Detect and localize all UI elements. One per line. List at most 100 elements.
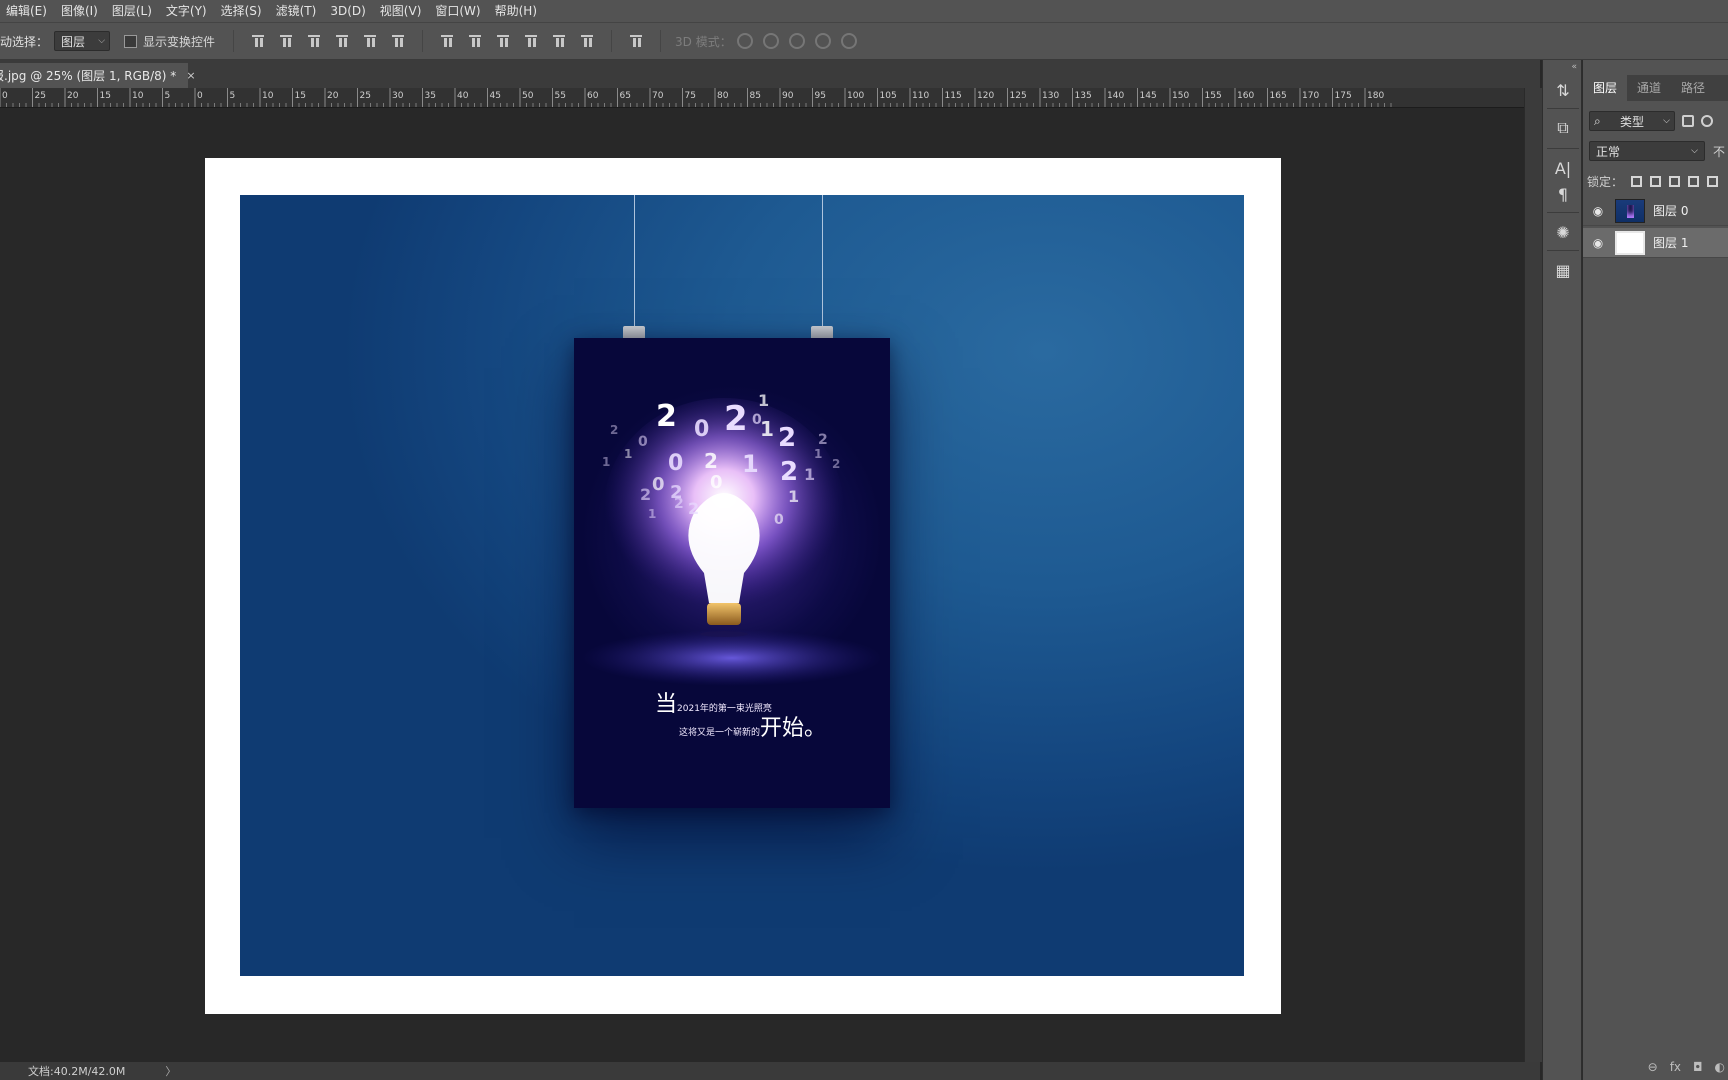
history-icon[interactable]: ⇅: [1551, 78, 1575, 102]
document-size-info: 文档:40.2M/42.0M: [28, 1065, 126, 1078]
poster-number: 2: [724, 399, 748, 439]
menu-view[interactable]: 视图(V): [373, 0, 429, 22]
poster-number: 2: [610, 423, 618, 437]
lock-artboard-icon[interactable]: [1688, 175, 1700, 187]
poster-number: 1: [742, 450, 759, 478]
layer-name[interactable]: 图层 0: [1653, 202, 1688, 219]
align-top-icon[interactable]: [250, 33, 266, 49]
chevron-down-icon: ⌵: [98, 36, 106, 46]
poster-number: 1: [804, 465, 815, 484]
layer-0-image: 20212021202201210212011201201 当2021年的第一束…: [240, 195, 1244, 976]
fx-icon[interactable]: fx: [1670, 1060, 1681, 1074]
chevron-right-icon[interactable]: 〉: [165, 1063, 176, 1079]
ruler-tick-label: 75: [685, 91, 696, 101]
layer-thumbnail: [1615, 230, 1645, 255]
show-transform-toggle[interactable]: 显示变换控件: [124, 33, 215, 50]
align-right-icon[interactable]: [390, 33, 406, 49]
menu-image[interactable]: 图像(I): [54, 0, 105, 22]
slide-3d-icon[interactable]: [814, 33, 831, 49]
adjustment-layer-icon[interactable]: ◐: [1715, 1060, 1725, 1074]
layer-row[interactable]: ◉ 图层 0: [1583, 196, 1728, 226]
ruler-tick-label: 145: [1140, 91, 1157, 101]
menu-select[interactable]: 选择(S): [214, 0, 269, 22]
poster-number: 2: [778, 423, 796, 453]
orbit-3d-icon[interactable]: [736, 33, 753, 49]
auto-align-icon[interactable]: [628, 33, 644, 49]
character-icon[interactable]: A|: [1551, 156, 1575, 180]
menu-filter[interactable]: 滤镜(T): [269, 0, 324, 22]
hanging-string-right: [822, 195, 823, 330]
visibility-eye-icon[interactable]: ◉: [1587, 236, 1609, 250]
distribute-hcenter-icon[interactable]: [551, 33, 567, 49]
distribute-left-icon[interactable]: [523, 33, 539, 49]
pan-3d-icon[interactable]: [788, 33, 805, 49]
ruler-tick-label: 90: [782, 91, 794, 101]
layer-filter-dropdown[interactable]: ⌕ 类型 ⌵: [1589, 111, 1675, 131]
distribute-top-icon[interactable]: [439, 33, 455, 49]
link-layers-icon[interactable]: ⊖: [1648, 1060, 1658, 1074]
menu-edit[interactable]: 编辑(E): [0, 0, 54, 22]
poster-number: 0: [710, 472, 723, 493]
tab-layers[interactable]: 图层: [1583, 75, 1628, 101]
menu-help[interactable]: 帮助(H): [488, 0, 544, 22]
lock-paint-icon[interactable]: [1650, 175, 1662, 187]
menu-type[interactable]: 文字(Y): [159, 0, 214, 22]
add-mask-icon[interactable]: ◘: [1693, 1060, 1703, 1074]
adjustment-filter-icon[interactable]: [1701, 115, 1713, 127]
ruler-tick-label: 55: [555, 91, 566, 101]
close-icon[interactable]: ×: [186, 69, 195, 82]
align-left-icon[interactable]: [334, 33, 350, 49]
bulb-shadow: [700, 631, 748, 637]
lock-all-icon[interactable]: [1707, 175, 1719, 187]
divider: [611, 30, 613, 52]
distribute-vcenter-icon[interactable]: [467, 33, 483, 49]
tab-channels[interactable]: 通道: [1627, 75, 1671, 101]
visibility-eye-icon[interactable]: ◉: [1587, 204, 1609, 218]
menu-layer[interactable]: 图层(L): [105, 0, 159, 22]
ruler-tick-label: 165: [1270, 91, 1287, 101]
properties-icon[interactable]: ⧉: [1551, 116, 1575, 140]
scale-3d-icon[interactable]: [840, 33, 857, 49]
align-bottom-icon[interactable]: [306, 33, 322, 49]
options-bar: 自动选择： 图层 ⌵ 显示变换控件 3D 模式：: [0, 22, 1728, 60]
ruler-tick-label: 95: [815, 91, 826, 101]
canvas-area[interactable]: 20212021202201210212011201201 当2021年的第一束…: [0, 108, 1524, 1062]
grid-icon[interactable]: ▦: [1551, 258, 1575, 282]
menu-window[interactable]: 窗口(W): [428, 0, 487, 22]
ruler-tick-label: 100: [847, 91, 864, 101]
ruler-tick-label: 130: [1042, 91, 1059, 101]
layer-name[interactable]: 图层 1: [1653, 234, 1688, 251]
align-vcenter-icon[interactable]: [278, 33, 294, 49]
document-tab[interactable]: 报.jpg @ 25% (图层 1, RGB/8) * ×: [0, 63, 196, 88]
ruler-tick-label: 155: [1205, 91, 1222, 101]
collapse-panels-icon[interactable]: «: [1571, 62, 1577, 72]
vertical-scrollbar[interactable]: [1524, 88, 1542, 1062]
ruler-tick-label: 45: [490, 91, 501, 101]
ruler-tick-label: 15: [295, 91, 306, 101]
distribute-right-icon[interactable]: [579, 33, 595, 49]
swatches-icon[interactable]: ✺: [1551, 220, 1575, 244]
lock-position-icon[interactable]: [1669, 175, 1681, 187]
lock-row: 锁定：: [1587, 170, 1728, 192]
menu-3d[interactable]: 3D(D): [323, 0, 372, 22]
align-hcenter-icon[interactable]: [362, 33, 378, 49]
roll-3d-icon[interactable]: [762, 33, 779, 49]
layer-row[interactable]: ◉ 图层 1: [1583, 228, 1728, 258]
poster-number: 1: [758, 391, 769, 410]
auto-select-dropdown[interactable]: 图层 ⌵: [54, 31, 111, 51]
ruler-tick-label: 80: [717, 91, 729, 101]
status-bar: 文档:40.2M/42.0M 〉: [0, 1062, 1540, 1080]
paragraph-icon[interactable]: ¶: [1551, 182, 1575, 206]
auto-select-label: 自动选择：: [0, 34, 49, 49]
tab-paths[interactable]: 路径: [1671, 75, 1715, 101]
blend-mode-dropdown[interactable]: 正常 ⌵: [1589, 141, 1705, 161]
poster-number: 2: [780, 457, 798, 487]
lock-transparent-icon[interactable]: [1631, 175, 1643, 187]
ruler-tick-label: 35: [425, 91, 436, 101]
checkbox-icon[interactable]: [124, 34, 138, 48]
horizontal-ruler: 0 25 20 15 10 5 0 5 10 15 20 25 30 35 40 45 50 55 60 65 70 75…: [0, 88, 1524, 108]
pixel-filter-icon[interactable]: [1682, 115, 1694, 127]
poster-number: 1: [760, 417, 774, 441]
auto-select-value: 图层: [61, 34, 86, 49]
distribute-bottom-icon[interactable]: [495, 33, 511, 49]
